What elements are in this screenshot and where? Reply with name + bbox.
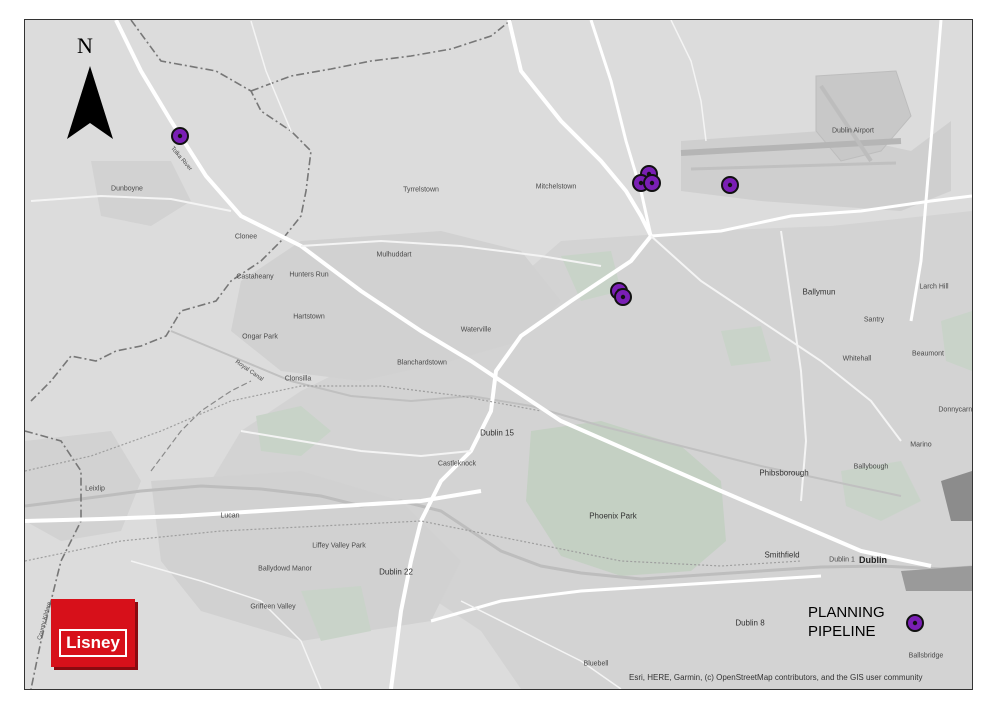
site-marker-dot [177, 133, 183, 139]
place-label: Beaumont [912, 350, 944, 358]
site-marker-dot [649, 180, 655, 186]
place-label: Larch Hill [919, 283, 949, 291]
place-label: Ongar Park [242, 333, 278, 341]
site-marker[interactable] [171, 127, 189, 145]
attribution-text: Esri, HERE, Garmin, (c) OpenStreetMap co… [629, 673, 923, 682]
lisney-logo[interactable]: Lisney [51, 599, 135, 667]
place-label: Ballsbridge [908, 652, 944, 660]
place-label: Castaheany [236, 273, 274, 281]
place-label: Tyrrelstown [403, 186, 439, 194]
map-frame[interactable]: Dunboyne Tolka River Clonee Tyrrelstown Mitc… [24, 19, 973, 690]
place-label: Liffey Valley Park [312, 542, 366, 550]
map-title-text: PLANNING PIPELINE [808, 604, 885, 640]
map-title: PLANNING PIPELINE [808, 603, 908, 641]
place-label: Santry [863, 316, 885, 324]
place-label: Hunters Run [289, 271, 329, 279]
place-label: Ballydowd Manor [258, 565, 312, 573]
place-label: Griffeen Valley [250, 603, 296, 611]
place-label: Mulhuddart [376, 251, 412, 259]
north-label: N [77, 33, 93, 58]
place-label: Mitchelstown [535, 183, 577, 191]
place-label: Smithfield [764, 550, 800, 560]
site-marker[interactable] [614, 288, 632, 306]
site-marker-dot [620, 294, 626, 300]
place-label: Dublin [859, 555, 887, 565]
place-label: Dublin 1 [829, 556, 855, 564]
place-label: Waterville [460, 326, 492, 334]
place-label: Phoenix Park [589, 511, 637, 521]
site-marker[interactable] [643, 174, 661, 192]
lisney-logo-text: Lisney [59, 629, 127, 657]
place-label: Donnycarney [938, 406, 973, 414]
map-canvas[interactable] [25, 20, 972, 689]
place-label: Phibsborough [759, 468, 809, 478]
place-label: Blanchardstown [397, 359, 447, 367]
place-label: Ballybough [853, 463, 889, 471]
place-label: Whitehall [842, 355, 872, 363]
place-label: Castleknock [437, 460, 477, 468]
place-label: Clonee [234, 233, 258, 241]
place-label: Marino [910, 441, 932, 449]
site-marker[interactable] [721, 176, 739, 194]
site-marker-dot [638, 180, 644, 186]
place-label: Ballymun [802, 287, 836, 297]
place-label: Dublin 8 [735, 618, 765, 628]
place-label: Dublin Airport [831, 127, 875, 135]
site-marker-dot [727, 182, 733, 188]
place-label: Lucan [220, 512, 240, 520]
place-label: Dublin 15 [480, 428, 514, 438]
place-label: Bluebell [583, 660, 609, 668]
place-label: Leixlip [85, 485, 105, 493]
place-label: Dunboyne [111, 185, 143, 193]
place-label: Dublin 22 [379, 567, 413, 577]
site-marker[interactable] [906, 614, 924, 632]
place-label: Clonsilla [284, 375, 312, 383]
site-marker-dot [912, 620, 918, 626]
place-label: Hartstown [293, 313, 325, 321]
